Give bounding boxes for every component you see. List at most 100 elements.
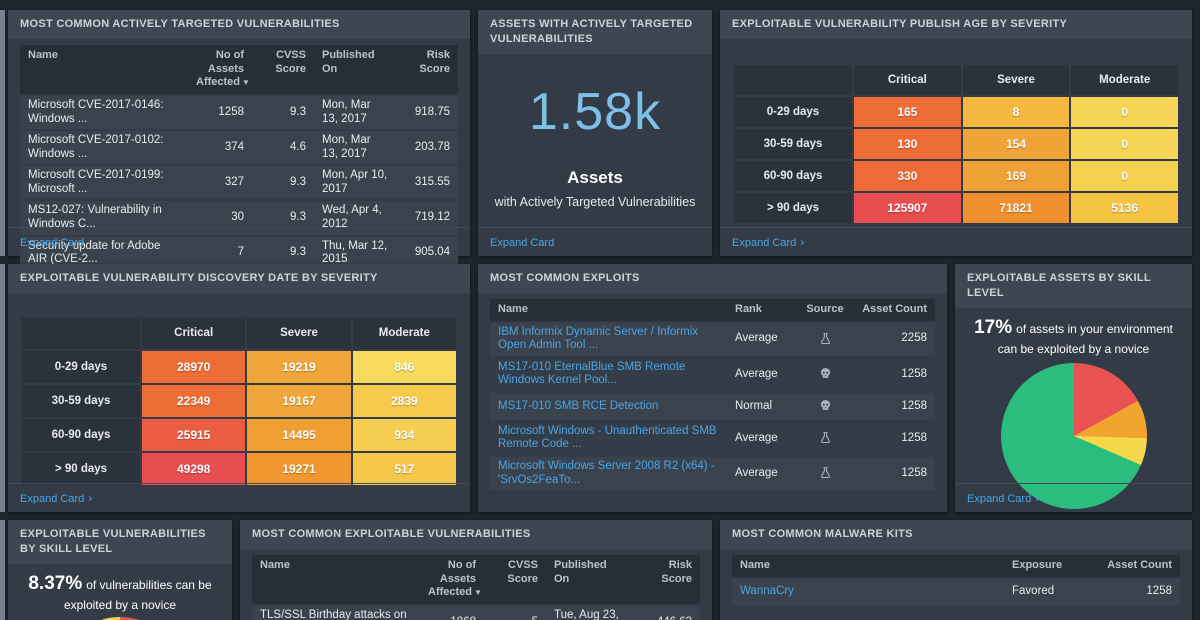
heatmap-value-cell: 169: [963, 161, 1070, 191]
vuln-name-cell: Microsoft CVE-2017-0199: Microsoft ...: [20, 166, 188, 199]
table-header-row: NameNo of Assets Affected▼CVSS ScorePubl…: [252, 555, 700, 604]
asset-count-cell: [1096, 608, 1180, 614]
table-row: Microsoft CVE-2017-0146: Windows ...1258…: [20, 96, 458, 129]
heatmap-value-cell: 5136: [1071, 193, 1178, 223]
published-on-cell: Mon, Mar 13, 2017: [314, 96, 396, 129]
card-assets-stat: ASSETS WITH ACTIVELY TARGETED VULNERABIL…: [478, 10, 712, 256]
card-title: ASSETS WITH ACTIVELY TARGETED VULNERABIL…: [478, 10, 712, 54]
exploit-name-link[interactable]: IBM Informix Dynamic Server / Informix O…: [498, 326, 698, 352]
card-title: EXPLOITABLE VULNERABILITY PUBLISH AGE BY…: [720, 10, 1192, 39]
published-on-cell: Tue, Aug 23, 2016: [546, 606, 628, 620]
column-header: Risk Score: [628, 555, 700, 604]
column-header[interactable]: No of Assets Affected▼: [420, 555, 484, 604]
age-row-label: 60-90 days: [734, 161, 852, 191]
heatmap-value-cell: 517: [353, 453, 456, 485]
column-header: Source: [797, 299, 853, 321]
expand-card-link[interactable]: Expand Card›: [20, 492, 92, 505]
heatmap-value-cell: 19219: [247, 351, 350, 383]
severity-column-header: Severe: [963, 65, 1070, 95]
card-exploitable-vulnerabilities: MOST COMMON EXPLOITABLE VULNERABILITIES …: [240, 520, 712, 620]
exploit-name-link[interactable]: Microsoft Windows Server 2008 R2 (x64) -…: [498, 460, 715, 486]
exploit-name-link[interactable]: MS17-010 SMB RCE Detection: [498, 400, 658, 412]
heatmap-value-cell: 130: [854, 129, 961, 159]
sort-desc-icon: ▼: [242, 78, 250, 87]
column-header: Name: [20, 45, 188, 94]
flask-icon: [797, 329, 853, 349]
malware-name-link[interactable]: WannaCry: [740, 585, 794, 597]
age-row-label: 30-59 days: [734, 129, 852, 159]
published-on-cell: Mon, Mar 13, 2017: [314, 131, 396, 164]
card-exploitable-vulns-skill: EXPLOITABLE VULNERABILITIES BY SKILL LEV…: [8, 520, 232, 620]
dashboard: MOST COMMON ACTIVELY TARGETED VULNERABIL…: [0, 0, 1200, 620]
table-row: MS17-010 SMB RCE Detection Normal 1258: [490, 393, 935, 420]
chevron-right-icon: ›: [1035, 491, 1039, 505]
risk-score-cell: 315.55: [396, 173, 458, 193]
column-header: Name: [252, 555, 420, 604]
table-row: Microsoft CVE-2017-0199: Microsoft ...32…: [20, 166, 458, 199]
card-footer: Expand Card: [8, 227, 470, 256]
expand-card-link[interactable]: Expand Card›: [967, 492, 1039, 505]
table-row: Microsoft Windows - Unauthenticated SMB …: [490, 422, 935, 455]
assets-affected-cell: 327: [188, 173, 252, 193]
chevron-right-icon: ›: [88, 491, 92, 505]
exploit-name-cell: IBM Informix Dynamic Server / Informix O…: [490, 323, 727, 356]
heatmap-value-cell: 8: [963, 97, 1070, 127]
risk-score-cell: 446.63: [628, 613, 700, 620]
rank-cell: Average: [727, 464, 797, 484]
cvss-score-cell: 9.3: [252, 173, 314, 193]
column-header: CVSS Score: [484, 555, 546, 604]
skill-summary: 17%of assets in your environment can be …: [967, 314, 1180, 359]
expand-card-link[interactable]: Expand Card: [20, 237, 84, 249]
expand-card-link[interactable]: Expand Card: [490, 237, 554, 249]
exploit-name-link[interactable]: MS17-010 EternalBlue SMB Remote Windows …: [498, 361, 685, 387]
card-footer: Expand Card›: [955, 483, 1192, 512]
flask-icon: [797, 463, 853, 483]
publish-age-heatmap: CriticalSevereModerate0-29 days1658030-5…: [734, 65, 1178, 223]
discovery-date-heatmap: CriticalSevereModerate0-29 days289701921…: [22, 317, 456, 485]
cvss-score-cell: 4.6: [252, 138, 314, 158]
age-row-label: 60-90 days: [22, 419, 140, 451]
exploits-table: NameRankSourceAsset Count IBM Informix Dy…: [490, 299, 935, 490]
card-title: MOST COMMON MALWARE KITS: [720, 520, 1192, 549]
flask-icon: [797, 428, 853, 448]
expand-card-link[interactable]: Expand Card›: [732, 236, 804, 249]
column-header: CVSS Score: [252, 45, 314, 94]
column-header[interactable]: No of Assets Affected▼: [188, 45, 252, 94]
severity-column-header: Moderate: [1071, 65, 1178, 95]
severity-column-header: Critical: [142, 317, 245, 349]
heatmap-value-cell: 25915: [142, 419, 245, 451]
rank-cell: Normal: [727, 397, 797, 417]
card-title: EXPLOITABLE VULNERABILITY DISCOVERY DATE…: [8, 264, 470, 293]
rank-cell: Average: [727, 329, 797, 349]
table-row: Microsoft CVE-2017-0102: Windows ...3744…: [20, 131, 458, 164]
exploit-name-link[interactable]: Microsoft Windows - Unauthenticated SMB …: [498, 425, 717, 451]
published-on-cell: Mon, Apr 10, 2017: [314, 166, 396, 199]
asset-count-cell: 1258: [1096, 582, 1180, 602]
offscreen-card-sliver: [0, 520, 5, 620]
heatmap-value-cell: 2839: [353, 385, 456, 417]
card-malware-kits: MOST COMMON MALWARE KITS NameExposureAss…: [720, 520, 1192, 620]
asset-count-cell: 1258: [853, 397, 935, 417]
heatmap-value-cell: 165: [854, 97, 961, 127]
column-header: Asset Count: [1096, 555, 1180, 577]
table-header-row: NameExposureAsset Count: [732, 555, 1180, 577]
assets-count-stat: 1.58k: [478, 82, 712, 142]
exploit-name-cell: Microsoft Windows Server 2008 R2 (x64) -…: [490, 457, 727, 490]
cvss-score-cell: 9.3: [252, 208, 314, 228]
chevron-right-icon: ›: [800, 235, 804, 249]
heatmap-value-cell: 22349: [142, 385, 245, 417]
vuln-name-cell: TLS/SSL Birthday attacks on 64-bit bl...: [252, 606, 420, 620]
asset-count-cell: 1258: [853, 365, 935, 385]
sort-desc-icon: ▼: [474, 588, 482, 597]
cvss-score-cell: 5: [484, 613, 546, 620]
column-header: Asset Count: [853, 299, 935, 321]
table-header-row: NameRankSourceAsset Count: [490, 299, 935, 321]
malware-name-cell: WannaCry: [732, 582, 1004, 602]
heatmap-value-cell: 934: [353, 419, 456, 451]
card-footer: Expand Card›: [8, 483, 470, 512]
card-title: EXPLOITABLE VULNERABILITIES BY SKILL LEV…: [8, 520, 232, 564]
heatmap-value-cell: 154: [963, 129, 1070, 159]
rank-cell: Average: [727, 429, 797, 449]
assets-affected-cell: 30: [188, 208, 252, 228]
heatmap-value-cell: 14495: [247, 419, 350, 451]
